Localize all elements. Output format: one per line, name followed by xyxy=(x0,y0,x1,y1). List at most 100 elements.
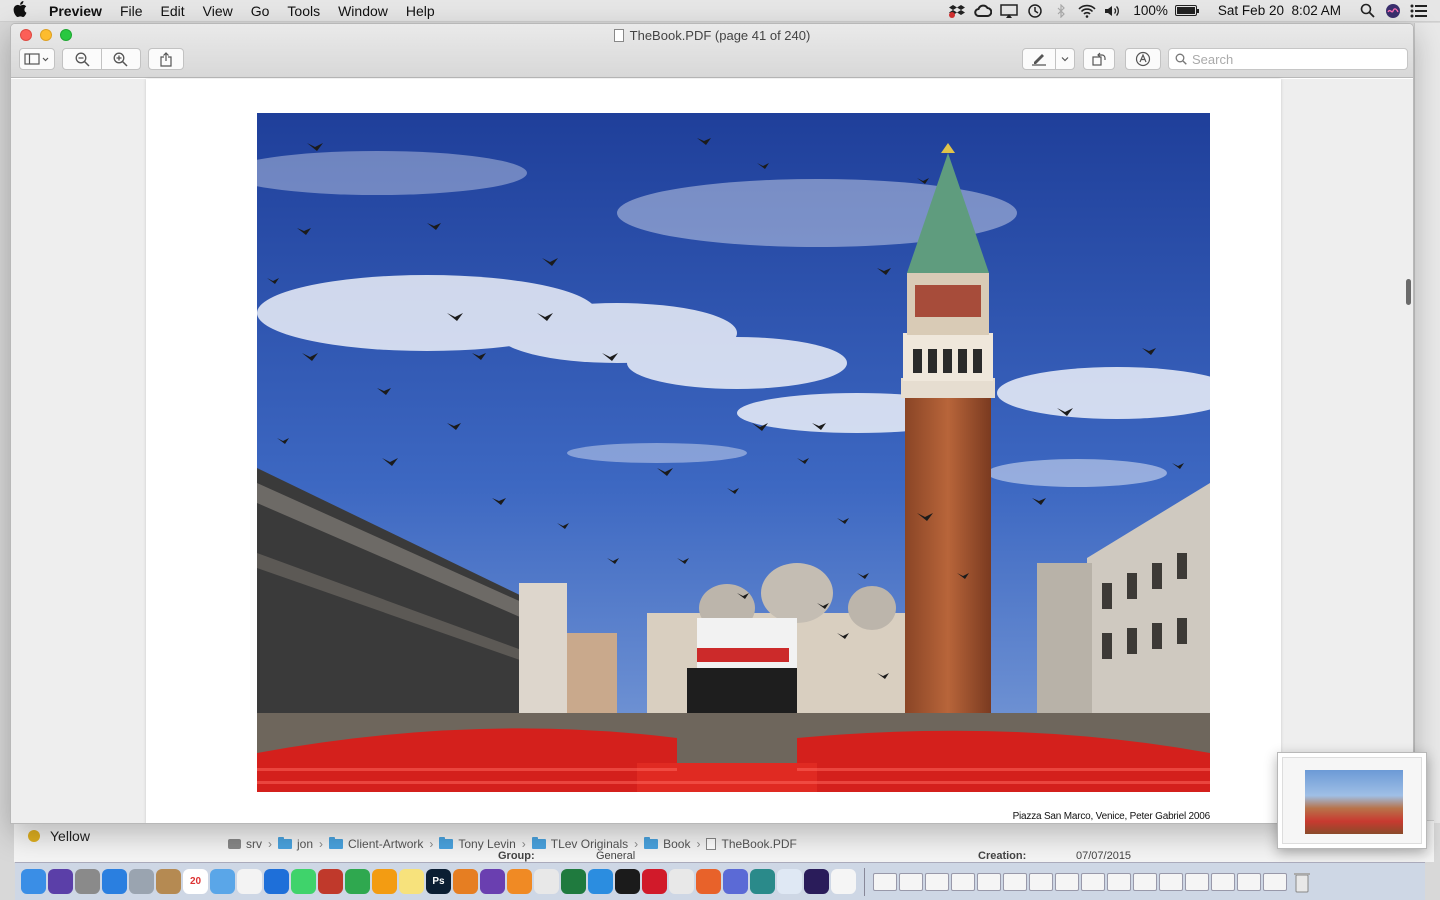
bluetooth-icon[interactable] xyxy=(1048,0,1074,22)
pen-icon xyxy=(1031,54,1046,66)
dropbox-icon[interactable] xyxy=(944,0,970,22)
creative-cloud-icon[interactable] xyxy=(970,0,996,22)
apple-menu-icon[interactable] xyxy=(0,0,40,21)
dock-messages-icon[interactable] xyxy=(291,869,316,894)
menu-tools[interactable]: Tools xyxy=(278,3,329,19)
dock-minimized-window[interactable] xyxy=(1055,872,1079,891)
path-item-tony-levin[interactable]: Tony Levin xyxy=(439,837,516,851)
pen-button[interactable] xyxy=(1023,49,1055,69)
dock-minimized-window[interactable] xyxy=(1107,872,1131,891)
dock-minimized-window[interactable] xyxy=(1159,872,1183,891)
dock-minimized-window[interactable] xyxy=(1185,872,1209,891)
dock-terminal-icon[interactable] xyxy=(615,869,640,894)
menu-edit[interactable]: Edit xyxy=(152,3,194,19)
siri-icon[interactable] xyxy=(1380,0,1406,22)
markup-toolbar-button[interactable] xyxy=(1125,48,1161,70)
dock-notes-icon[interactable] xyxy=(399,869,424,894)
dock-launchpad-icon[interactable] xyxy=(129,869,154,894)
dock-siri-icon[interactable] xyxy=(48,869,73,894)
search-field[interactable] xyxy=(1168,48,1408,70)
folder-icon xyxy=(531,837,546,849)
path-item-jon[interactable]: jon xyxy=(278,837,313,851)
path-item-srv[interactable]: srv xyxy=(228,837,262,851)
dock-minimized-window[interactable] xyxy=(1237,872,1261,891)
time-machine-icon[interactable] xyxy=(1022,0,1048,22)
dock-ibooks-icon[interactable] xyxy=(507,869,532,894)
dock-minimized-window[interactable] xyxy=(977,872,1001,891)
chevron-down-icon xyxy=(1061,57,1069,62)
wifi-icon[interactable] xyxy=(1074,0,1100,22)
dock-sketch-icon[interactable] xyxy=(750,869,775,894)
dock-minimized-window[interactable] xyxy=(1029,872,1053,891)
vertical-scrollbar[interactable] xyxy=(1406,279,1411,305)
path-item-client-artwork[interactable]: Client-Artwork xyxy=(329,837,423,851)
folder-icon xyxy=(644,837,659,849)
dock-bbedit-icon[interactable] xyxy=(723,869,748,894)
dock-imovie-icon[interactable] xyxy=(480,869,505,894)
dock-excel-icon[interactable] xyxy=(561,869,586,894)
dock-itunes-icon[interactable] xyxy=(534,869,559,894)
rotate-button[interactable] xyxy=(1083,48,1115,70)
dock-xcode-icon[interactable] xyxy=(264,869,289,894)
dock-pages-icon[interactable] xyxy=(372,869,397,894)
window-titlebar[interactable]: TheBook.PDF (page 41 of 240) xyxy=(11,24,1413,78)
airplay-icon[interactable] xyxy=(996,0,1022,22)
document-viewport[interactable]: Piazza San Marco, Venice, Peter Gabriel … xyxy=(11,79,1413,823)
dock-amazon-music-icon[interactable] xyxy=(804,869,829,894)
dock-preview-icon[interactable] xyxy=(777,869,802,894)
pdf-page: Piazza San Marco, Venice, Peter Gabriel … xyxy=(146,79,1281,823)
tag-yellow[interactable]: Yellow xyxy=(28,822,90,850)
dock-minimized-window[interactable] xyxy=(951,872,975,891)
path-item-tlev-originals[interactable]: TLev Originals xyxy=(531,837,628,851)
pen-options-dropdown[interactable] xyxy=(1056,49,1074,69)
battery-icon[interactable] xyxy=(1174,5,1199,16)
dock-numbers-icon[interactable] xyxy=(345,869,370,894)
app-menu[interactable]: Preview xyxy=(40,3,111,19)
dock-minimized-window[interactable] xyxy=(1003,872,1027,891)
dock-opera-icon[interactable] xyxy=(642,869,667,894)
screenshot-thumbnail[interactable] xyxy=(1277,752,1427,849)
dock-photo-booth-icon[interactable] xyxy=(318,869,343,894)
spotlight-icon[interactable] xyxy=(1354,0,1380,22)
menu-go[interactable]: Go xyxy=(242,3,279,19)
path-item-thebook-pdf[interactable]: TheBook.PDF xyxy=(706,837,797,851)
dock-chrome-icon[interactable] xyxy=(669,869,694,894)
menubar-clock[interactable]: Sat Feb 20 8:02 AM xyxy=(1211,3,1348,18)
sidebar-view-button[interactable] xyxy=(19,48,55,70)
dock-books-app-icon[interactable] xyxy=(453,869,478,894)
dock-trash-icon[interactable] xyxy=(1289,869,1314,894)
dock-photoshop-icon[interactable]: Ps xyxy=(426,869,451,894)
dock-minimized-window[interactable] xyxy=(1263,872,1287,891)
dock-minimized-window[interactable] xyxy=(873,872,897,891)
dock-minimized-window[interactable] xyxy=(899,872,923,891)
dock-textedit-icon[interactable] xyxy=(831,869,856,894)
dock-firefox-icon[interactable] xyxy=(696,869,721,894)
dock-minimized-window[interactable] xyxy=(1211,872,1235,891)
path-item-book[interactable]: Book xyxy=(644,837,690,851)
dock-photos-icon[interactable] xyxy=(237,869,262,894)
dock-contacts-icon[interactable] xyxy=(156,869,181,894)
window-title-text: TheBook.PDF (page 41 of 240) xyxy=(629,28,811,43)
dock-system-preferences-icon[interactable] xyxy=(75,869,100,894)
dock-minimized-window[interactable] xyxy=(925,872,949,891)
chevron-right-icon: › xyxy=(268,837,272,851)
dock-calendar-icon[interactable]: 20 xyxy=(183,869,208,894)
notification-center-icon[interactable] xyxy=(1406,0,1432,22)
menu-bar: Preview File Edit View Go Tools Window H… xyxy=(0,0,1440,22)
dock-minimized-window[interactable] xyxy=(1133,872,1157,891)
menu-file[interactable]: File xyxy=(111,3,152,19)
share-button[interactable] xyxy=(148,48,184,70)
menu-help[interactable]: Help xyxy=(397,3,444,19)
menu-window[interactable]: Window xyxy=(329,3,397,19)
menu-view[interactable]: View xyxy=(194,3,242,19)
volume-icon[interactable] xyxy=(1100,0,1126,22)
zoom-out-button[interactable] xyxy=(63,49,101,69)
zoom-in-button[interactable] xyxy=(102,49,140,69)
dock-mail-icon[interactable] xyxy=(210,869,235,894)
dock-finder-icon[interactable] xyxy=(21,869,46,894)
ghost-group-label: Group: xyxy=(498,850,535,862)
dock-app-store-icon[interactable] xyxy=(588,869,613,894)
dock-minimized-window[interactable] xyxy=(1081,872,1105,891)
dock-safari-icon[interactable] xyxy=(102,869,127,894)
search-input[interactable] xyxy=(1192,51,1392,67)
